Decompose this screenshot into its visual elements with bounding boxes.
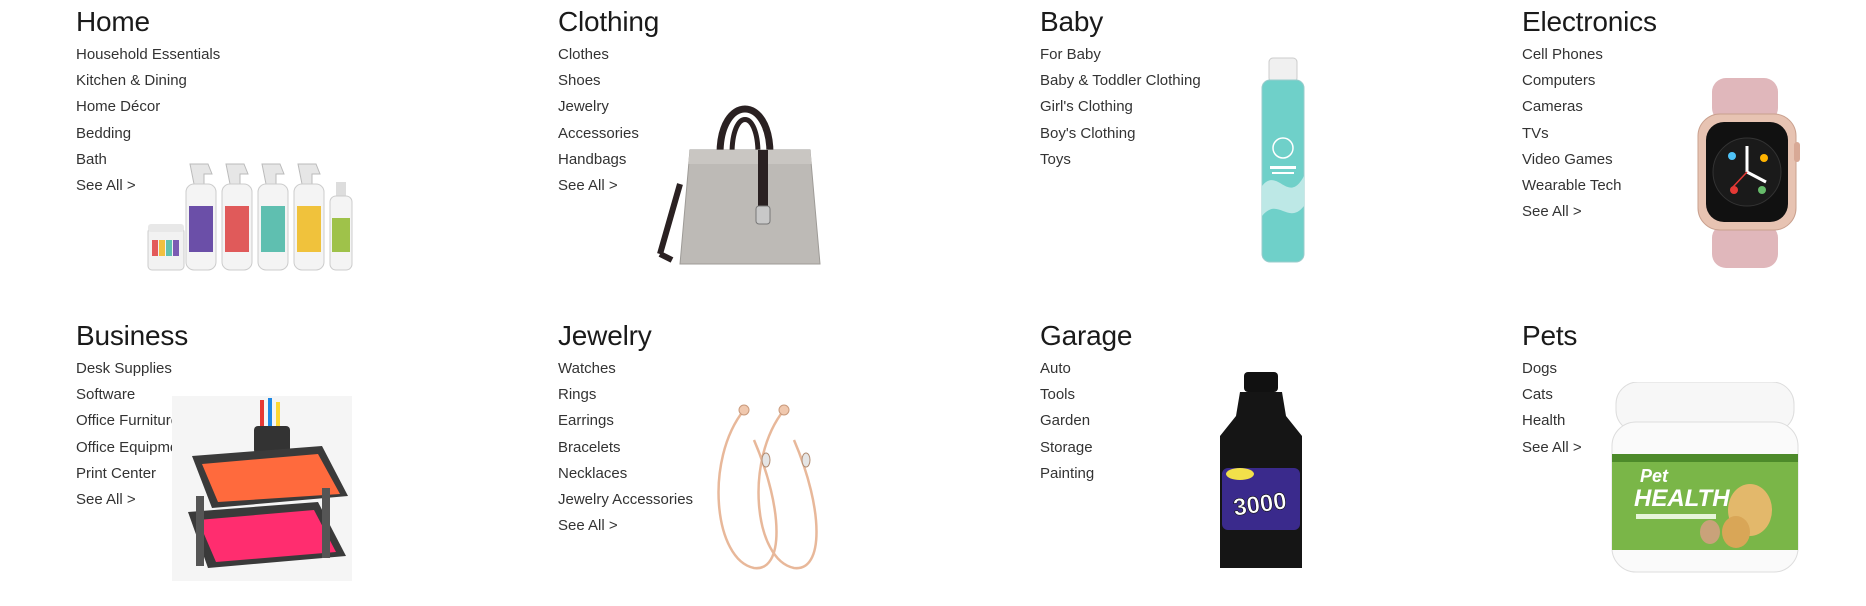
- category-title[interactable]: Business: [76, 320, 536, 352]
- category-clothing: Clothing Clothes Shoes Jewelry Accessori…: [558, 6, 1018, 286]
- desk-tray-organizer-icon[interactable]: [172, 396, 352, 581]
- category-electronics: Electronics Cell Phones Computers Camera…: [1522, 6, 1866, 286]
- category-title[interactable]: Pets: [1522, 320, 1866, 352]
- category-grid: Home Household Essentials Kitchen & Dini…: [0, 0, 1866, 606]
- baby-lotion-bottle-icon[interactable]: [1258, 56, 1308, 266]
- category-jewelry: Jewelry Watches Rings Earrings Bracelets…: [558, 320, 1018, 600]
- category-title[interactable]: Clothing: [558, 6, 1018, 38]
- category-business: Business Desk Supplies Software Office F…: [76, 320, 536, 600]
- category-pets: Pets Dogs Cats Health See All > Pet HEAL…: [1522, 320, 1866, 600]
- category-baby: Baby For Baby Baby & Toddler Clothing Gi…: [1040, 6, 1500, 286]
- category-link[interactable]: Kitchen & Dining: [76, 68, 536, 94]
- product-label: Pet: [1640, 466, 1669, 486]
- category-title[interactable]: Baby: [1040, 6, 1500, 38]
- category-link[interactable]: Dogs: [1522, 356, 1866, 382]
- category-link[interactable]: Home Décor: [76, 94, 536, 120]
- product-label: HEALTH: [1634, 485, 1730, 512]
- category-link[interactable]: Household Essentials: [76, 42, 536, 68]
- hoop-earrings-icon[interactable]: [714, 400, 834, 570]
- category-home: Home Household Essentials Kitchen & Dini…: [76, 6, 536, 286]
- category-link[interactable]: Clothes: [558, 42, 1018, 68]
- category-link[interactable]: Cell Phones: [1522, 42, 1866, 68]
- handbag-icon[interactable]: [650, 84, 830, 269]
- category-link[interactable]: Desk Supplies: [76, 356, 536, 382]
- category-title[interactable]: Jewelry: [558, 320, 1018, 352]
- cleaning-spray-bottles-icon[interactable]: [146, 154, 356, 274]
- pet-balm-jar-icon[interactable]: Pet HEALTH: [1610, 382, 1800, 582]
- category-title[interactable]: Electronics: [1522, 6, 1866, 38]
- fuel-additive-bottle-icon[interactable]: 3000: [1214, 372, 1308, 572]
- category-title[interactable]: Home: [76, 6, 536, 38]
- category-title[interactable]: Garage: [1040, 320, 1500, 352]
- category-link[interactable]: Bedding: [76, 121, 536, 147]
- smartwatch-icon[interactable]: [1692, 78, 1802, 268]
- category-garage: Garage Auto Tools Garden Storage Paintin…: [1040, 320, 1500, 600]
- category-link[interactable]: Watches: [558, 356, 1018, 382]
